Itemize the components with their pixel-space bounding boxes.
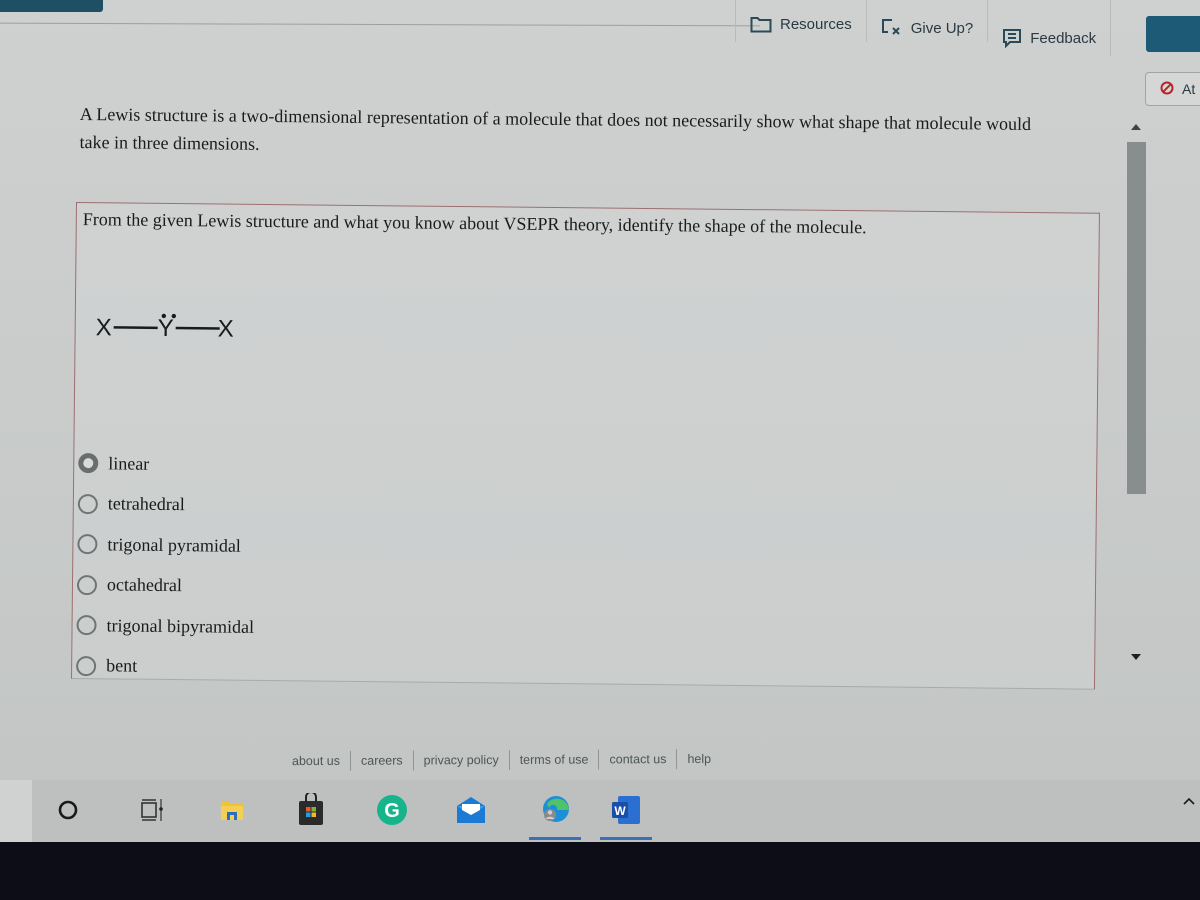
radio-button[interactable] [76, 615, 97, 636]
option-label: octahedral [106, 574, 183, 596]
microsoft-store-icon[interactable] [293, 792, 329, 828]
lewis-central-atom: Y [158, 315, 174, 342]
feedback-icon [1002, 28, 1022, 48]
search-icon[interactable] [50, 792, 86, 828]
radio-button[interactable] [76, 574, 98, 595]
file-explorer-icon[interactable] [214, 792, 250, 828]
question-box: From the given Lewis structure and what … [71, 202, 1100, 690]
footer-link-about-us[interactable]: about us [282, 754, 350, 768]
option-trigonal-bipyramidal[interactable]: trigonal bipyramidal [76, 605, 254, 647]
footer-link-privacy-policy[interactable]: privacy policy [414, 753, 509, 767]
task-view-icon[interactable] [134, 792, 170, 828]
footer-link-help[interactable]: help [677, 752, 721, 766]
resources-label: Resources [780, 15, 852, 33]
header-divider [0, 22, 760, 27]
scroll-thumb[interactable] [1127, 142, 1146, 494]
answer-options: linear tetrahedral trigonal pyramidal oc… [76, 443, 256, 688]
mail-icon[interactable] [453, 792, 489, 828]
resources-button[interactable]: Resources [735, 0, 867, 42]
option-tetrahedral[interactable]: tetrahedral [77, 484, 256, 526]
radio-button[interactable] [77, 493, 98, 514]
attempt-button[interactable]: At [1145, 72, 1200, 106]
content-scrollbar[interactable] [1126, 118, 1148, 673]
lewis-structure: X Y X [96, 313, 234, 343]
radio-button[interactable] [77, 534, 98, 555]
lewis-right-atom: X [218, 315, 234, 342]
radio-button[interactable] [76, 655, 97, 676]
scroll-down-arrow-icon[interactable] [1131, 654, 1141, 660]
option-linear[interactable]: linear [78, 443, 256, 485]
start-button[interactable] [0, 780, 32, 842]
footer-link-careers[interactable]: careers [351, 753, 413, 768]
windows-taskbar: G W [0, 780, 1200, 842]
scroll-up-arrow-icon[interactable] [1131, 124, 1141, 130]
word-icon[interactable]: W [600, 792, 652, 840]
intro-paragraph: A Lewis structure is a two-dimensional r… [79, 103, 1032, 154]
word-letter: W [614, 804, 626, 818]
folder-icon [750, 15, 772, 33]
option-label: trigonal bipyramidal [106, 615, 255, 637]
give-up-icon [881, 18, 903, 38]
grammarly-letter: G [384, 800, 400, 822]
feedback-button[interactable]: Feedback [988, 0, 1112, 56]
attempt-label: At [1182, 81, 1196, 97]
footer-link-terms-of-use[interactable]: terms of use [510, 752, 599, 767]
option-bent[interactable]: bent [76, 646, 254, 688]
assignment-toolbar: Resources Give Up? Feedback [735, 0, 1112, 56]
edge-icon[interactable] [529, 792, 581, 840]
submit-button[interactable] [1146, 16, 1200, 52]
option-label: bent [106, 655, 138, 676]
option-trigonal-pyramidal[interactable]: trigonal pyramidal [77, 524, 255, 566]
give-up-button[interactable]: Give Up? [867, 0, 989, 42]
browser-page: Resources Give Up? Feedback At A Lewis s… [0, 0, 1200, 780]
lewis-left-atom: X [96, 314, 112, 341]
prohibited-icon [1160, 81, 1174, 98]
footer-link-contact-us[interactable]: contact us [599, 752, 676, 766]
option-label: trigonal pyramidal [107, 534, 241, 556]
footer-links: about us careers privacy policy terms of… [282, 749, 721, 771]
radio-button-selected[interactable] [78, 453, 99, 474]
monitor-bezel [0, 842, 1200, 900]
question-prompt: From the given Lewis structure and what … [82, 209, 867, 238]
option-label: tetrahedral [107, 493, 185, 515]
grammarly-icon[interactable]: G [374, 792, 410, 828]
option-label: linear [108, 453, 150, 474]
give-up-label: Give Up? [910, 19, 974, 37]
header-bar-accent [0, 0, 103, 12]
show-hidden-icons-chevron-icon[interactable] [1182, 794, 1196, 808]
feedback-label: Feedback [1030, 29, 1097, 47]
option-octahedral[interactable]: octahedral [76, 565, 255, 607]
